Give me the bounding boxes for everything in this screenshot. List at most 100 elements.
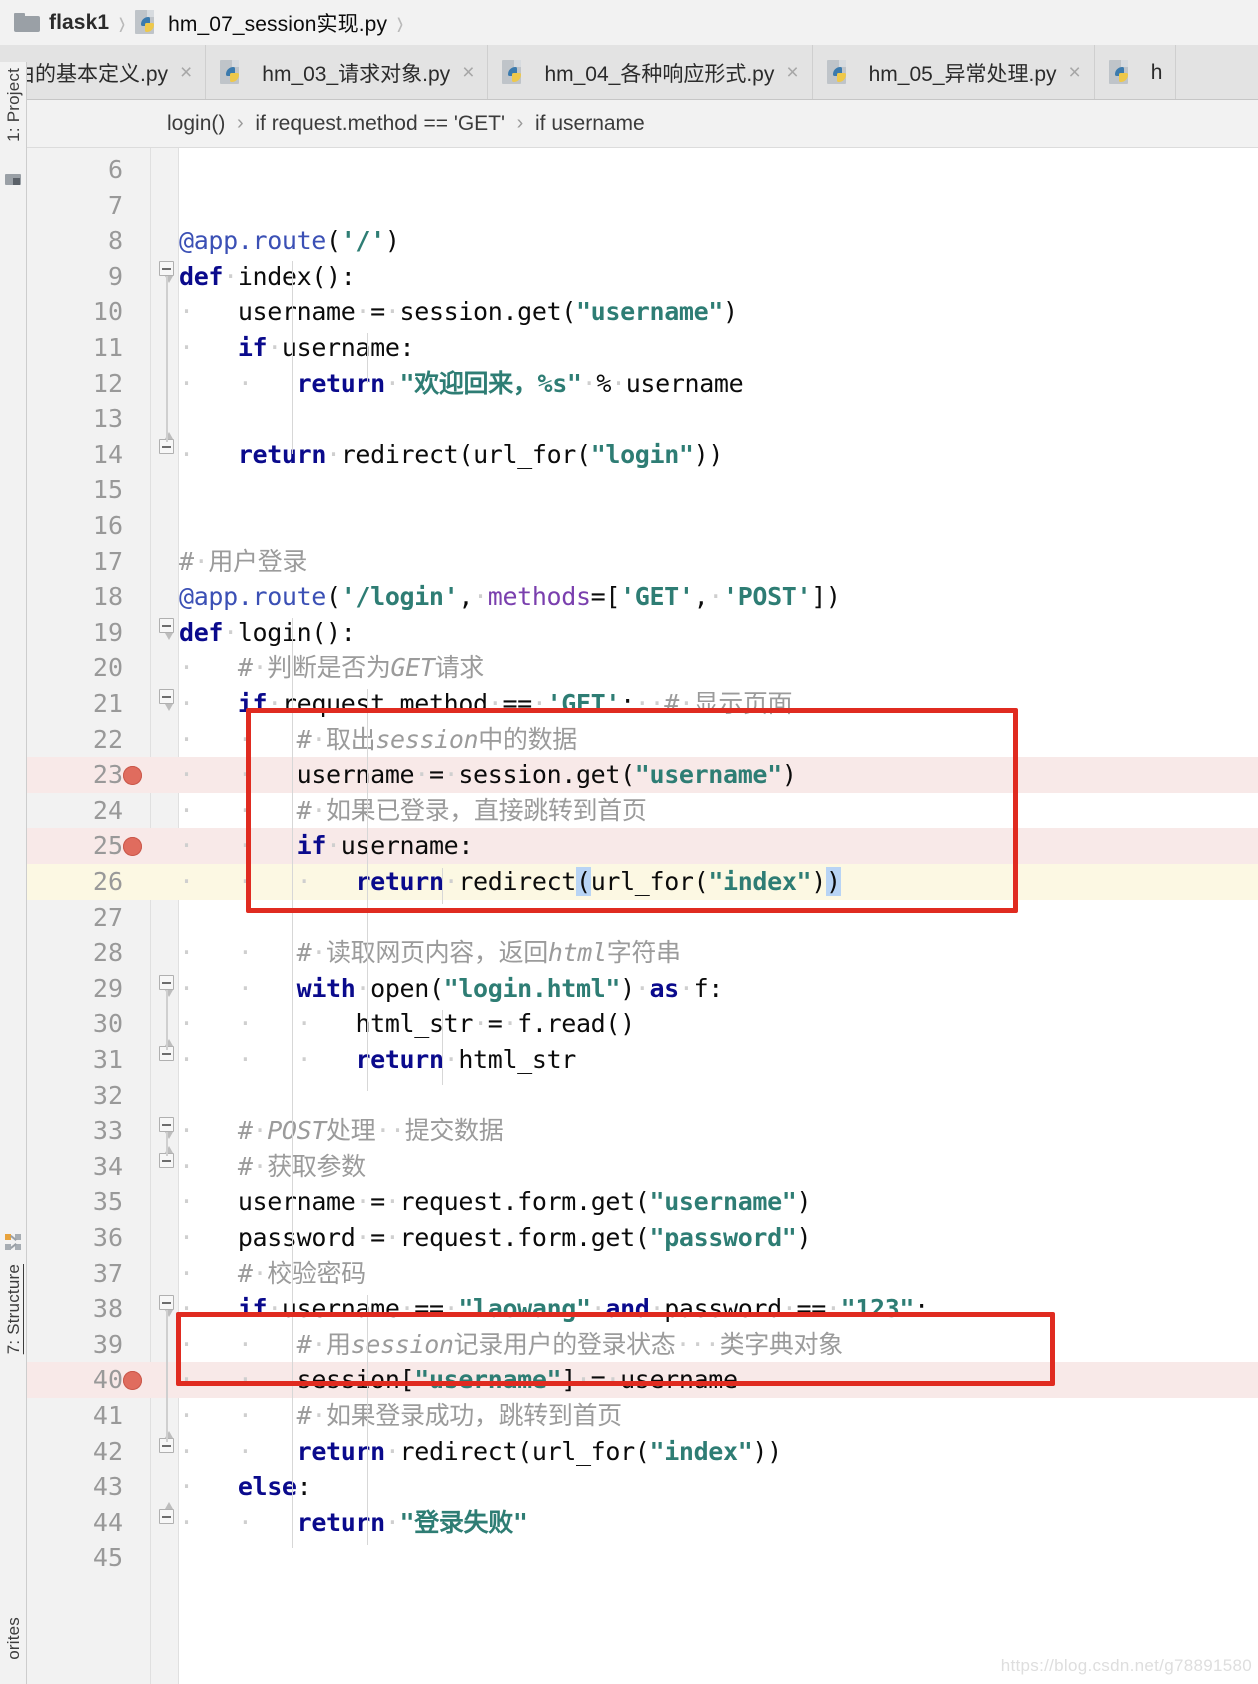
code-breadcrumb-item-1[interactable]: if request.method == 'GET' xyxy=(255,112,505,136)
fold-marker-else-end[interactable] xyxy=(159,1502,175,1525)
code-line-22[interactable]: 22 · · #·取出session中的数据 xyxy=(27,722,1258,758)
code-breadcrumb[interactable]: login() › if request.method == 'GET' › if us… xyxy=(27,100,1258,148)
line-number: 17 xyxy=(92,546,123,576)
close-icon[interactable]: × xyxy=(783,62,798,83)
code-line-26[interactable]: 26 · · · return·redirect(url_for("index")… xyxy=(27,864,1258,900)
code-line-29[interactable]: 29 · · with·open("login.html")·as·f: xyxy=(27,971,1258,1007)
line-number: 25 xyxy=(92,831,123,861)
code-line-21[interactable]: 21 · if·request.method·==·'GET':··#·显示页面 xyxy=(27,686,1258,722)
code-line-30[interactable]: 30 · · · html_str·=·f.read() xyxy=(27,1006,1258,1042)
breadcrumb-project[interactable]: flask1 xyxy=(14,0,109,45)
code-line-16[interactable]: 16 xyxy=(27,508,1258,544)
code-line-23[interactable]: 23 · · username·=·session.get("username") xyxy=(27,757,1258,793)
fold-connector-with xyxy=(166,990,168,1050)
line-number: 20 xyxy=(92,653,123,683)
code-line-32[interactable]: 32 xyxy=(27,1078,1258,1114)
code-line-38[interactable]: 38 · if·username·==·"laowang"·and·passwor… xyxy=(27,1291,1258,1327)
code-line-42[interactable]: 42 · · return·redirect(url_for("index")) xyxy=(27,1434,1258,1470)
fold-marker-if-login[interactable] xyxy=(159,1295,175,1317)
fold-marker-if-get[interactable] xyxy=(159,689,175,711)
code-line-31[interactable]: 31 · · · return·html_str xyxy=(27,1042,1258,1078)
editor-tab-label: hm_03_请求对象.py xyxy=(262,62,451,86)
code-line-19[interactable]: 19 def·login(): xyxy=(27,615,1258,651)
code-line-45[interactable]: 45 xyxy=(27,1540,1258,1576)
line-number: 28 xyxy=(92,938,123,968)
line-number: 39 xyxy=(92,1329,123,1359)
close-icon[interactable]: × xyxy=(1066,62,1081,83)
code-line-37[interactable]: 37 · #·校验密码 xyxy=(27,1256,1258,1292)
code-line-27[interactable]: 27 xyxy=(27,900,1258,936)
code-line-34[interactable]: 34 · #·获取参数 xyxy=(27,1149,1258,1185)
code-line-12[interactable]: 12 · · return·"欢迎回来，%s"·%·username xyxy=(27,366,1258,402)
code-line-35[interactable]: 35 · username·=·request.form.get("usernam… xyxy=(27,1184,1258,1220)
editor-tab-0[interactable]: 由的基本定义.py × xyxy=(0,45,207,99)
breadcrumb-file[interactable]: hm_07_session实现.py xyxy=(135,0,387,45)
code-line-20[interactable]: 20 · #·判断是否为GET请求 xyxy=(27,650,1258,686)
code-line-14[interactable]: 14 · return·redirect(url_for("login")) xyxy=(27,437,1258,473)
code-breadcrumb-item-0[interactable]: login() xyxy=(167,112,225,136)
code-line-36[interactable]: 36 · password·=·request.form.get("passwor… xyxy=(27,1220,1258,1256)
code-line-7[interactable]: 7 xyxy=(27,188,1258,224)
tool-window-structure[interactable]: 7: Structure xyxy=(4,1264,24,1354)
code-breadcrumb-item-2[interactable]: if username xyxy=(535,112,645,136)
code-text: · · · return·html_str xyxy=(179,1045,576,1074)
code-line-13[interactable]: 13 xyxy=(27,401,1258,437)
line-number: 6 xyxy=(107,155,123,184)
code-line-15[interactable]: 15 xyxy=(27,472,1258,508)
python-file-icon xyxy=(1108,60,1134,85)
code-text: · · #·如果已登录，直接跳转到首页 xyxy=(179,795,647,825)
code-text: · · return·"登录失败" xyxy=(179,1507,528,1537)
code-line-24[interactable]: 24 · · #·如果已登录，直接跳转到首页 xyxy=(27,793,1258,829)
code-text: · username·=·request.form.get("username"… xyxy=(179,1187,812,1217)
code-line-40[interactable]: 40 · · session["username"]·=·username xyxy=(27,1362,1258,1398)
code-line-6[interactable]: 6 xyxy=(27,152,1258,188)
tool-window-project[interactable]: 1: Project xyxy=(4,68,24,142)
code-line-44[interactable]: 44 · · return·"登录失败" xyxy=(27,1505,1258,1541)
code-line-17[interactable]: 17 #·用户登录 xyxy=(27,544,1258,580)
code-line-8[interactable]: 8 @app.route('/') xyxy=(27,223,1258,259)
code-text: · · session["username"]·=·username xyxy=(179,1365,738,1395)
python-file-icon xyxy=(135,10,160,35)
close-icon[interactable]: × xyxy=(177,62,192,83)
editor-tab-4[interactable]: h xyxy=(1094,45,1177,99)
breadcrumb-separator-icon-2: › xyxy=(396,1,404,43)
line-number: 22 xyxy=(92,724,123,754)
line-number: 16 xyxy=(92,511,123,540)
code-line-9[interactable]: 9 def·index(): xyxy=(27,259,1258,295)
line-number: 27 xyxy=(92,902,123,932)
code-line-11[interactable]: 11 · if·username: xyxy=(27,330,1258,366)
editor-tab-2[interactable]: hm_04_各种响应形式.py × xyxy=(488,45,813,99)
indent-guide-6 xyxy=(442,1010,443,1085)
code-line-25[interactable]: 25 · · if·username: xyxy=(27,828,1258,864)
fold-marker-with-open[interactable] xyxy=(159,975,175,997)
python-file-icon xyxy=(826,60,852,85)
code-line-18[interactable]: 18 @app.route('/login',·methods=['GET',·'… xyxy=(27,579,1258,615)
code-line-43[interactable]: 43 · else: xyxy=(27,1469,1258,1505)
line-number: 32 xyxy=(92,1080,123,1110)
fold-marker-def-index[interactable] xyxy=(159,261,175,283)
code-text: · #·POST处理··提交数据 xyxy=(179,1116,504,1146)
code-text: def·login(): xyxy=(179,617,356,647)
code-line-33[interactable]: 33 · #·POST处理··提交数据 xyxy=(27,1113,1258,1149)
code-line-39[interactable]: 39 · · #·用session记录用户的登录状态···类字典对象 xyxy=(27,1327,1258,1363)
editor-tab-strip[interactable]: 由的基本定义.py × hm_03_请求对象.py × hm_04_各种响应形式.py ×… xyxy=(0,45,1258,100)
indent-guide-5 xyxy=(367,1295,368,1545)
code-line-28[interactable]: 28 · · #·读取网页内容，返回html字符串 xyxy=(27,935,1258,971)
line-number: 18 xyxy=(92,582,123,612)
code-text: · · · return·redirect(url_for("index")) xyxy=(179,867,841,896)
line-number: 42 xyxy=(92,1436,123,1466)
code-text: · · #·如果登录成功，跳转到首页 xyxy=(179,1401,622,1430)
close-icon[interactable]: × xyxy=(459,62,474,83)
editor-tab-label: h xyxy=(1150,60,1163,84)
line-number: 33 xyxy=(92,1116,123,1146)
code-line-10[interactable]: 10 · username·=·session.get("username") xyxy=(27,294,1258,330)
editor-tab-1[interactable]: hm_03_请求对象.py × xyxy=(206,45,489,99)
editor-tab-3[interactable]: hm_05_异常处理.py × xyxy=(812,45,1095,99)
code-line-41[interactable]: 41 · · #·如果登录成功，跳转到首页 xyxy=(27,1398,1258,1434)
fold-marker-post-block[interactable] xyxy=(159,1117,175,1139)
fold-marker-def-login[interactable] xyxy=(159,618,175,640)
tool-window-favorites[interactable]: orites xyxy=(4,1617,24,1660)
code-editor[interactable]: 6 7 8 @app.route('/') 9 def·index(): 10 · usern… xyxy=(27,148,1258,1684)
line-number: 37 xyxy=(92,1258,123,1288)
code-text: · · #·读取网页内容，返回html字符串 xyxy=(179,938,681,968)
